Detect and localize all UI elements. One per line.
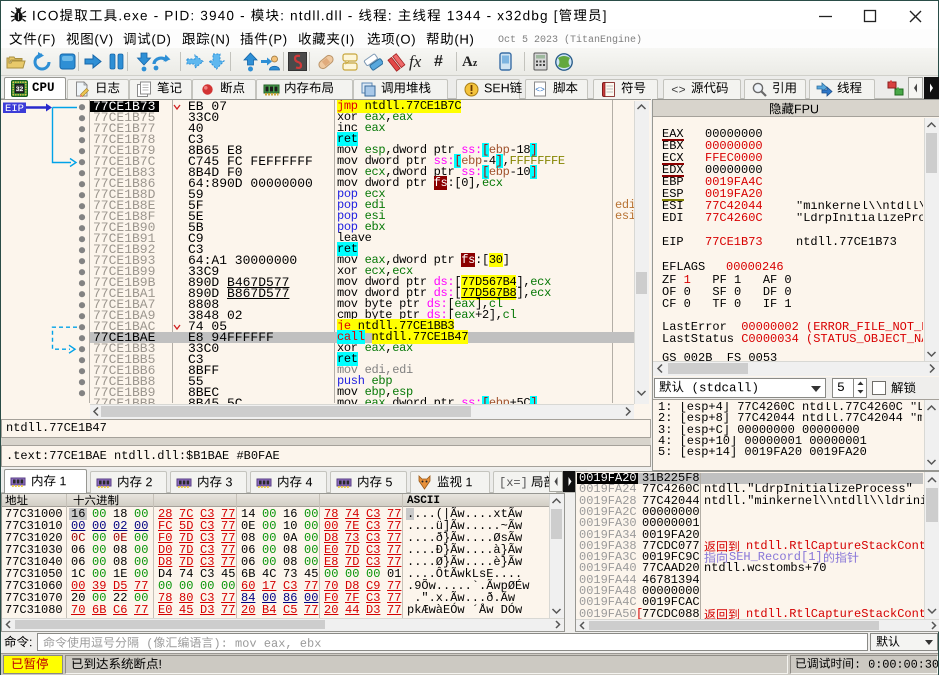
svg-text:<>: <> bbox=[535, 86, 545, 95]
svg-text:EIP: EIP bbox=[5, 103, 24, 115]
svg-text:32: 32 bbox=[16, 86, 24, 93]
svg-text:<>: <> bbox=[671, 84, 685, 98]
